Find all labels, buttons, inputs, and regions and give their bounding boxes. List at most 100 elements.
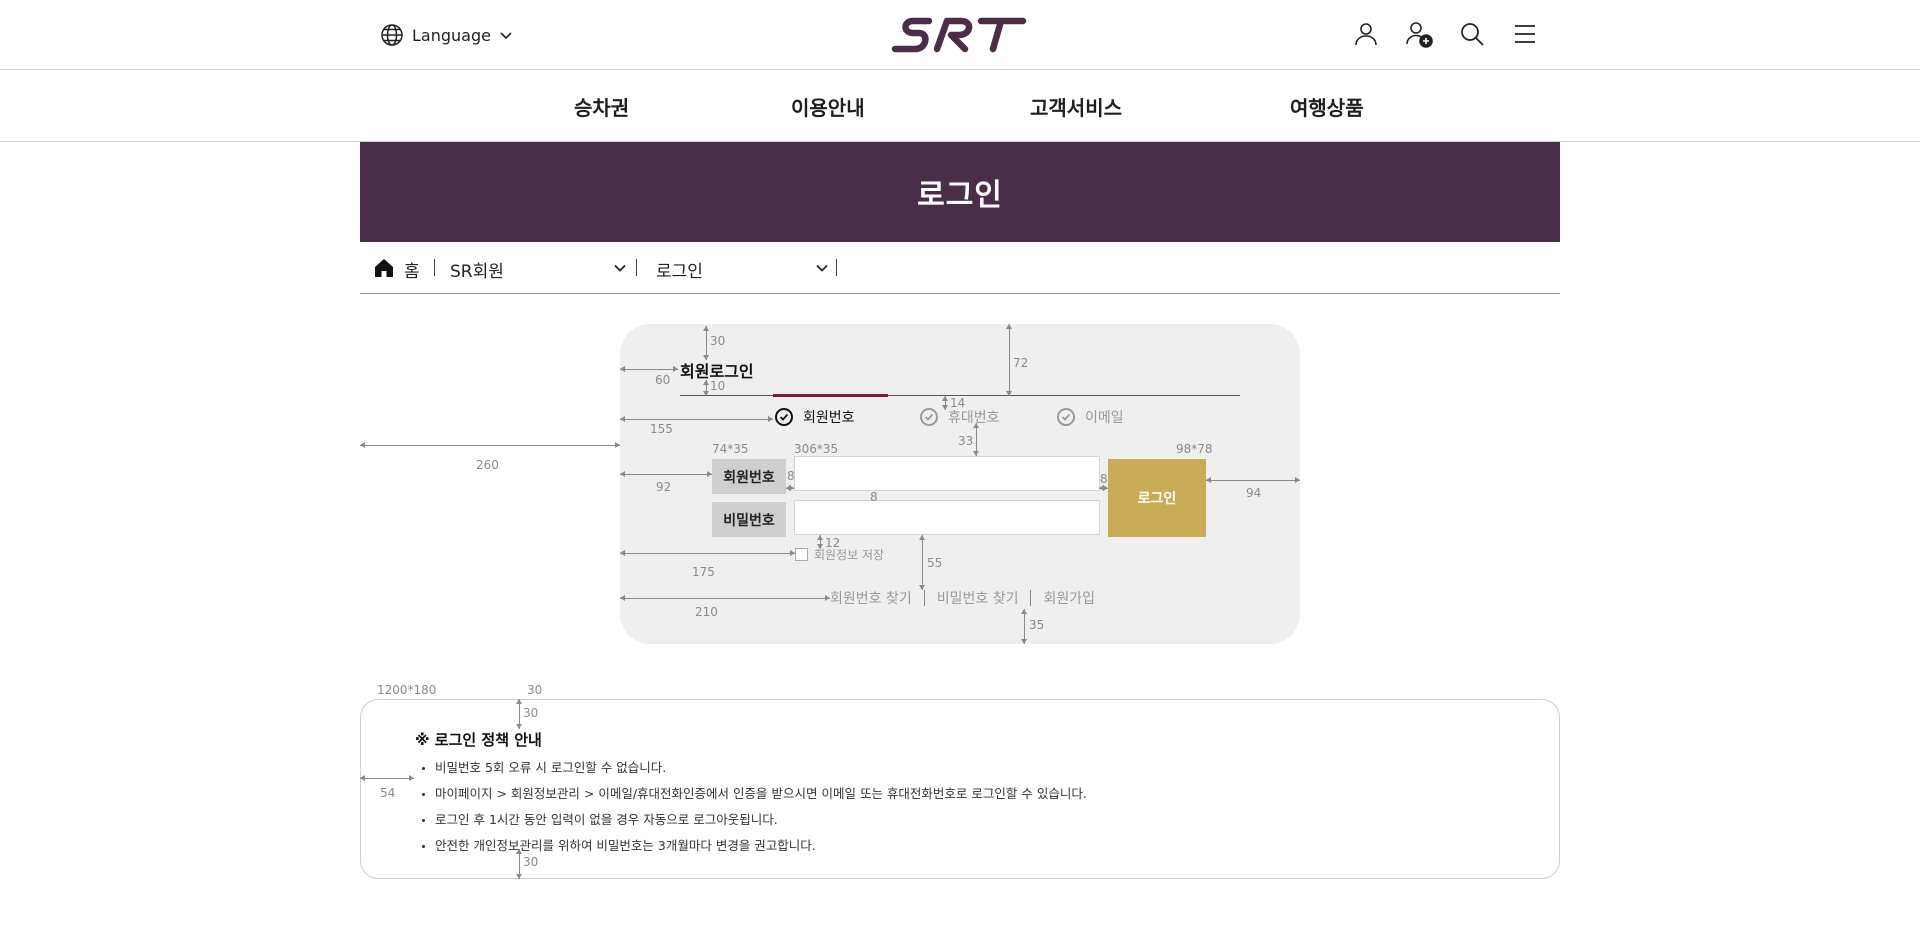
member-number-input[interactable] — [794, 456, 1100, 491]
checkbox[interactable] — [795, 548, 808, 561]
dimension-label: 55 — [927, 556, 943, 570]
dimension-line — [620, 595, 830, 601]
dimension-label: 98*78 — [1176, 442, 1213, 456]
dimension-line — [1021, 609, 1027, 644]
dimension-label: 54 — [380, 786, 396, 800]
globe-icon — [381, 24, 403, 46]
dimension-line — [973, 423, 979, 456]
dimension-line — [620, 366, 678, 372]
check-circle-icon — [1057, 408, 1075, 426]
dimension-label: 92 — [656, 480, 672, 494]
dimension-label: 1200*180 — [377, 683, 437, 697]
top-header: Language — [0, 0, 1920, 70]
option-label: 회원번호 — [803, 410, 855, 426]
dimension-label: 155 — [650, 422, 673, 436]
sign-up-link[interactable]: 회원가입 — [1043, 588, 1095, 608]
dimension-label: 60 — [655, 373, 671, 387]
breadcrumb-home[interactable]: 홈 — [404, 257, 420, 282]
nav-item-tickets[interactable]: 승차권 — [574, 92, 629, 121]
dimension-line — [620, 416, 773, 422]
login-policy-box: ※ 로그인 정책 안내 비밀번호 5회 오류 시 로그인할 수 없습니다. 마이… — [360, 699, 1560, 879]
dimension-label: 30 — [527, 683, 543, 697]
dimension-line — [620, 471, 712, 477]
active-option-indicator — [773, 394, 888, 397]
breadcrumb-divider — [836, 259, 837, 276]
dimension-label: 74*35 — [712, 442, 749, 456]
account-links: 회원번호 찾기 비밀번호 찾기 회원가입 — [830, 588, 1095, 608]
chevron-down-icon — [500, 32, 512, 40]
dimension-line — [360, 442, 620, 448]
user-icon[interactable] — [1352, 20, 1380, 48]
dimension-label: 30 — [523, 706, 539, 720]
dimension-label: 8 — [787, 469, 795, 483]
dimension-line — [516, 849, 522, 879]
dimension-label: 175 — [692, 565, 715, 579]
srt-logo[interactable] — [891, 14, 1027, 56]
dimension-line — [817, 535, 823, 549]
option-label: 이메일 — [1085, 410, 1124, 426]
dimension-line — [516, 699, 522, 729]
breadcrumb-divider — [636, 259, 637, 276]
list-item: 비밀번호 5회 오류 시 로그인할 수 없습니다. — [415, 755, 1087, 781]
login-button[interactable]: 로그인 — [1108, 459, 1206, 537]
dimension-label: 35 — [1029, 618, 1045, 632]
dimension-label: 12 — [825, 536, 841, 550]
login-option-phone[interactable]: 휴대번호 — [920, 407, 1000, 427]
dimension-label: 8 — [1100, 472, 1108, 486]
dimension-label: 260 — [476, 458, 499, 472]
login-option-email[interactable]: 이메일 — [1057, 407, 1124, 427]
dimension-line — [1206, 477, 1300, 483]
language-selector[interactable]: Language — [380, 22, 513, 48]
dimension-line — [703, 326, 709, 360]
page-banner: 로그인 — [360, 142, 1560, 242]
nav-item-guide[interactable]: 이용안내 — [791, 92, 865, 121]
breadcrumb: 홈 SR회원 로그인 — [360, 242, 1560, 294]
list-item: 안전한 개인정보관리를 위하여 비밀번호는 3개월마다 변경을 권고합니다. — [415, 833, 1087, 859]
password-label: 비밀번호 — [712, 502, 786, 537]
search-icon[interactable] — [1458, 20, 1486, 48]
dimension-line — [786, 485, 794, 491]
dimension-line — [1099, 485, 1108, 491]
page-title: 로그인 — [917, 178, 1003, 213]
nav-item-customer-service[interactable]: 고객서비스 — [1030, 92, 1122, 121]
dimension-label: 14 — [950, 396, 966, 410]
dimension-label: 10 — [710, 379, 726, 393]
dimension-label: 30 — [523, 855, 539, 869]
main-navigation: 승차권 이용안내 고객서비스 여행상품 — [0, 70, 1920, 142]
dimension-line — [360, 775, 414, 781]
policy-list: 비밀번호 5회 오류 시 로그인할 수 없습니다. 마이페이지 > 회원정보관리… — [415, 755, 1087, 859]
dimension-line — [620, 550, 795, 556]
check-circle-icon — [920, 408, 938, 426]
dimension-label: 306*35 — [794, 442, 839, 456]
nav-item-travel-products[interactable]: 여행상품 — [1290, 92, 1364, 121]
breadcrumb-login[interactable]: 로그인 — [656, 257, 703, 282]
member-number-label: 회원번호 — [712, 459, 786, 494]
check-circle-icon — [775, 408, 793, 426]
policy-title: ※ 로그인 정책 안내 — [415, 731, 542, 749]
breadcrumb-sr-member[interactable]: SR회원 — [450, 257, 504, 282]
link-divider — [923, 590, 925, 606]
dimension-label: 94 — [1246, 486, 1262, 500]
list-item: 로그인 후 1시간 동안 입력이 없을 경우 자동으로 로그아웃됩니다. — [415, 807, 1087, 833]
language-label: Language — [412, 25, 491, 45]
breadcrumb-divider — [434, 259, 435, 276]
menu-icon[interactable] — [1511, 20, 1539, 48]
dimension-label: 33 — [958, 434, 974, 448]
find-password-link[interactable]: 비밀번호 찾기 — [937, 588, 1019, 608]
user-add-icon[interactable] — [1405, 20, 1433, 48]
login-option-member-number[interactable]: 회원번호 — [775, 407, 855, 427]
dimension-label: 72 — [1013, 356, 1029, 370]
link-divider — [1030, 590, 1032, 606]
login-form-box: 회원로그인 회원번호 휴대번호 이메일 회원번호 비밀번호 로그인 회원정보 저… — [620, 324, 1300, 644]
dimension-label: 210 — [695, 605, 718, 619]
list-item: 마이페이지 > 회원정보관리 > 이메일/휴대전화인증에서 인증을 받으시면 이… — [415, 781, 1087, 807]
dimension-label: 30 — [710, 334, 726, 348]
password-input[interactable] — [794, 500, 1100, 535]
home-icon[interactable] — [374, 258, 394, 278]
dimension-line — [1006, 324, 1012, 396]
chevron-down-icon[interactable] — [815, 261, 829, 275]
dimension-line — [703, 380, 709, 396]
dimension-line — [919, 535, 925, 590]
chevron-down-icon[interactable] — [613, 261, 627, 275]
find-member-number-link[interactable]: 회원번호 찾기 — [830, 588, 912, 608]
